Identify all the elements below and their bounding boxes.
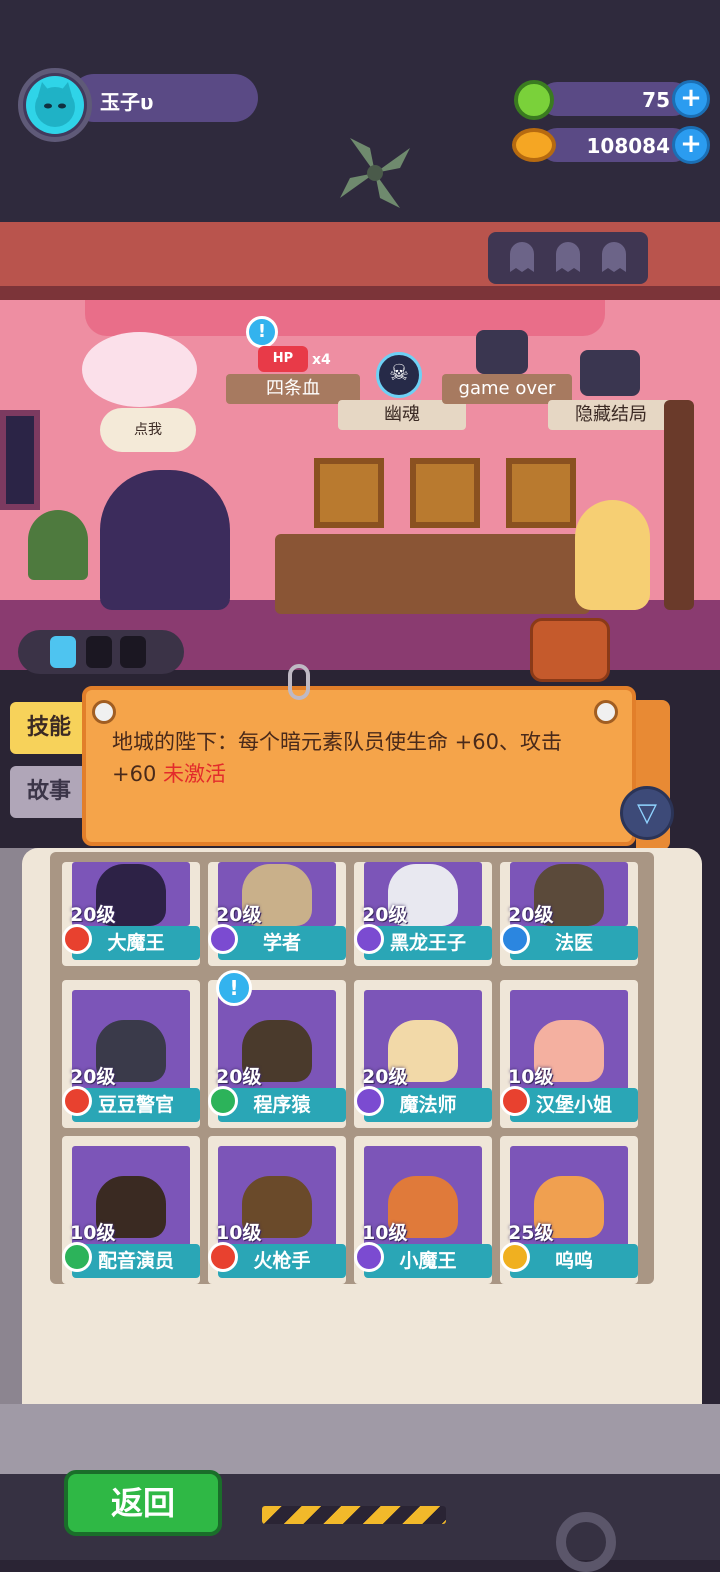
- gem-value: 75: [642, 88, 670, 112]
- character-card[interactable]: 配音演员 10级: [62, 1136, 200, 1284]
- element-badge-icon: [208, 1086, 238, 1116]
- dark-queen-character[interactable]: [100, 470, 230, 610]
- add-gems-button[interactable]: +: [672, 80, 710, 118]
- filter-icon[interactable]: ▽: [620, 786, 674, 840]
- energy-icon: [50, 636, 76, 668]
- tv-gravestone-icon: [476, 330, 528, 374]
- character-level: 20级: [70, 1066, 116, 1088]
- element-badge-icon: [62, 1242, 92, 1272]
- add-coins-button[interactable]: +: [672, 126, 710, 164]
- character-level: 20级: [216, 1066, 262, 1088]
- character-level: 10级: [362, 1222, 408, 1244]
- character-card[interactable]: 汉堡小姐 10级: [500, 980, 638, 1128]
- sign-ghost[interactable]: 幽魂: [338, 400, 466, 430]
- character-card[interactable]: 黑龙王子 20级: [354, 862, 492, 966]
- character-level: 20级: [216, 904, 262, 926]
- window: [0, 410, 40, 510]
- character-card[interactable]: 呜呜 25级: [500, 1136, 638, 1284]
- faded-text: [150, 1318, 650, 1338]
- hp-multiplier: x4: [312, 352, 331, 368]
- ghost-panel: [488, 232, 648, 284]
- skill-description: 地城的陛下：每个暗元素队员使生命 +60、攻击 +60 未激活: [112, 726, 612, 790]
- photo-frame: [314, 458, 384, 528]
- info-icon[interactable]: !: [246, 316, 278, 348]
- element-badge-icon: [500, 1086, 530, 1116]
- element-badge-icon: [208, 924, 238, 954]
- gem-icon: [514, 80, 554, 120]
- energy-slot: [120, 636, 146, 668]
- potted-plant: [28, 510, 88, 580]
- character-level: 10级: [216, 1222, 262, 1244]
- coat-hanger: [664, 400, 694, 610]
- tv-ending-icon: [580, 350, 640, 396]
- character-level: 20级: [508, 904, 554, 926]
- element-badge-icon: [62, 924, 92, 954]
- book-spine: [0, 1404, 720, 1474]
- hp-icon: HP: [258, 346, 308, 372]
- character-card[interactable]: 法医 20级: [500, 862, 638, 966]
- player-name: 玉子υ: [100, 90, 154, 114]
- tab-story[interactable]: 故事: [10, 766, 88, 818]
- gear-icon: [556, 1512, 616, 1572]
- pin-icon: [92, 700, 116, 724]
- element-badge-icon: [500, 924, 530, 954]
- character-card[interactable]: 学者 20级: [208, 862, 346, 966]
- coin-icon: [512, 128, 556, 162]
- skeleton-girl-character[interactable]: [575, 500, 650, 610]
- tap-me-bubble[interactable]: 点我: [100, 408, 196, 452]
- element-badge-icon: [354, 1242, 384, 1272]
- character-card[interactable]: 豆豆警官 20级: [62, 980, 200, 1128]
- hazard-stripe: [262, 1506, 446, 1524]
- character-card[interactable]: 小魔王 10级: [354, 1136, 492, 1284]
- shelf-edge: [0, 286, 720, 300]
- element-badge-icon: [208, 1242, 238, 1272]
- character-level: 20级: [362, 904, 408, 926]
- curtain: [85, 300, 605, 336]
- fan-icon: [330, 128, 420, 218]
- energy-slot: [86, 636, 112, 668]
- character-level: 20级: [362, 1066, 408, 1088]
- character-card[interactable]: 魔法师 20级: [354, 980, 492, 1128]
- sign-hidden-ending[interactable]: 隐藏结局: [548, 400, 674, 430]
- collection-button[interactable]: [530, 618, 610, 682]
- character-card[interactable]: 大魔王 20级: [62, 862, 200, 966]
- character-card[interactable]: 火枪手 10级: [208, 1136, 346, 1284]
- pompom-lamp: [82, 332, 197, 407]
- pin-icon: [594, 700, 618, 724]
- photo-frame: [410, 458, 480, 528]
- cat-avatar-icon[interactable]: [26, 76, 84, 134]
- tab-skills[interactable]: 技能: [10, 702, 88, 754]
- element-badge-icon: [354, 924, 384, 954]
- coin-value: 108084: [586, 134, 671, 158]
- character-level: 20级: [70, 904, 116, 926]
- profile-bar[interactable]: [70, 74, 258, 122]
- desk: [275, 534, 590, 614]
- photo-frame: [506, 458, 576, 528]
- skull-icon: ☠: [376, 352, 422, 398]
- character-level: 10级: [70, 1222, 116, 1244]
- info-icon[interactable]: !: [216, 970, 252, 1006]
- back-button[interactable]: 返回: [64, 1470, 222, 1536]
- character-level: 25级: [508, 1222, 554, 1244]
- element-badge-icon: [62, 1086, 92, 1116]
- element-badge-icon: [354, 1086, 384, 1116]
- element-badge-icon: [500, 1242, 530, 1272]
- paperclip-icon: [288, 664, 310, 700]
- character-level: 10级: [508, 1066, 554, 1088]
- skill-status: 未激活: [163, 762, 227, 786]
